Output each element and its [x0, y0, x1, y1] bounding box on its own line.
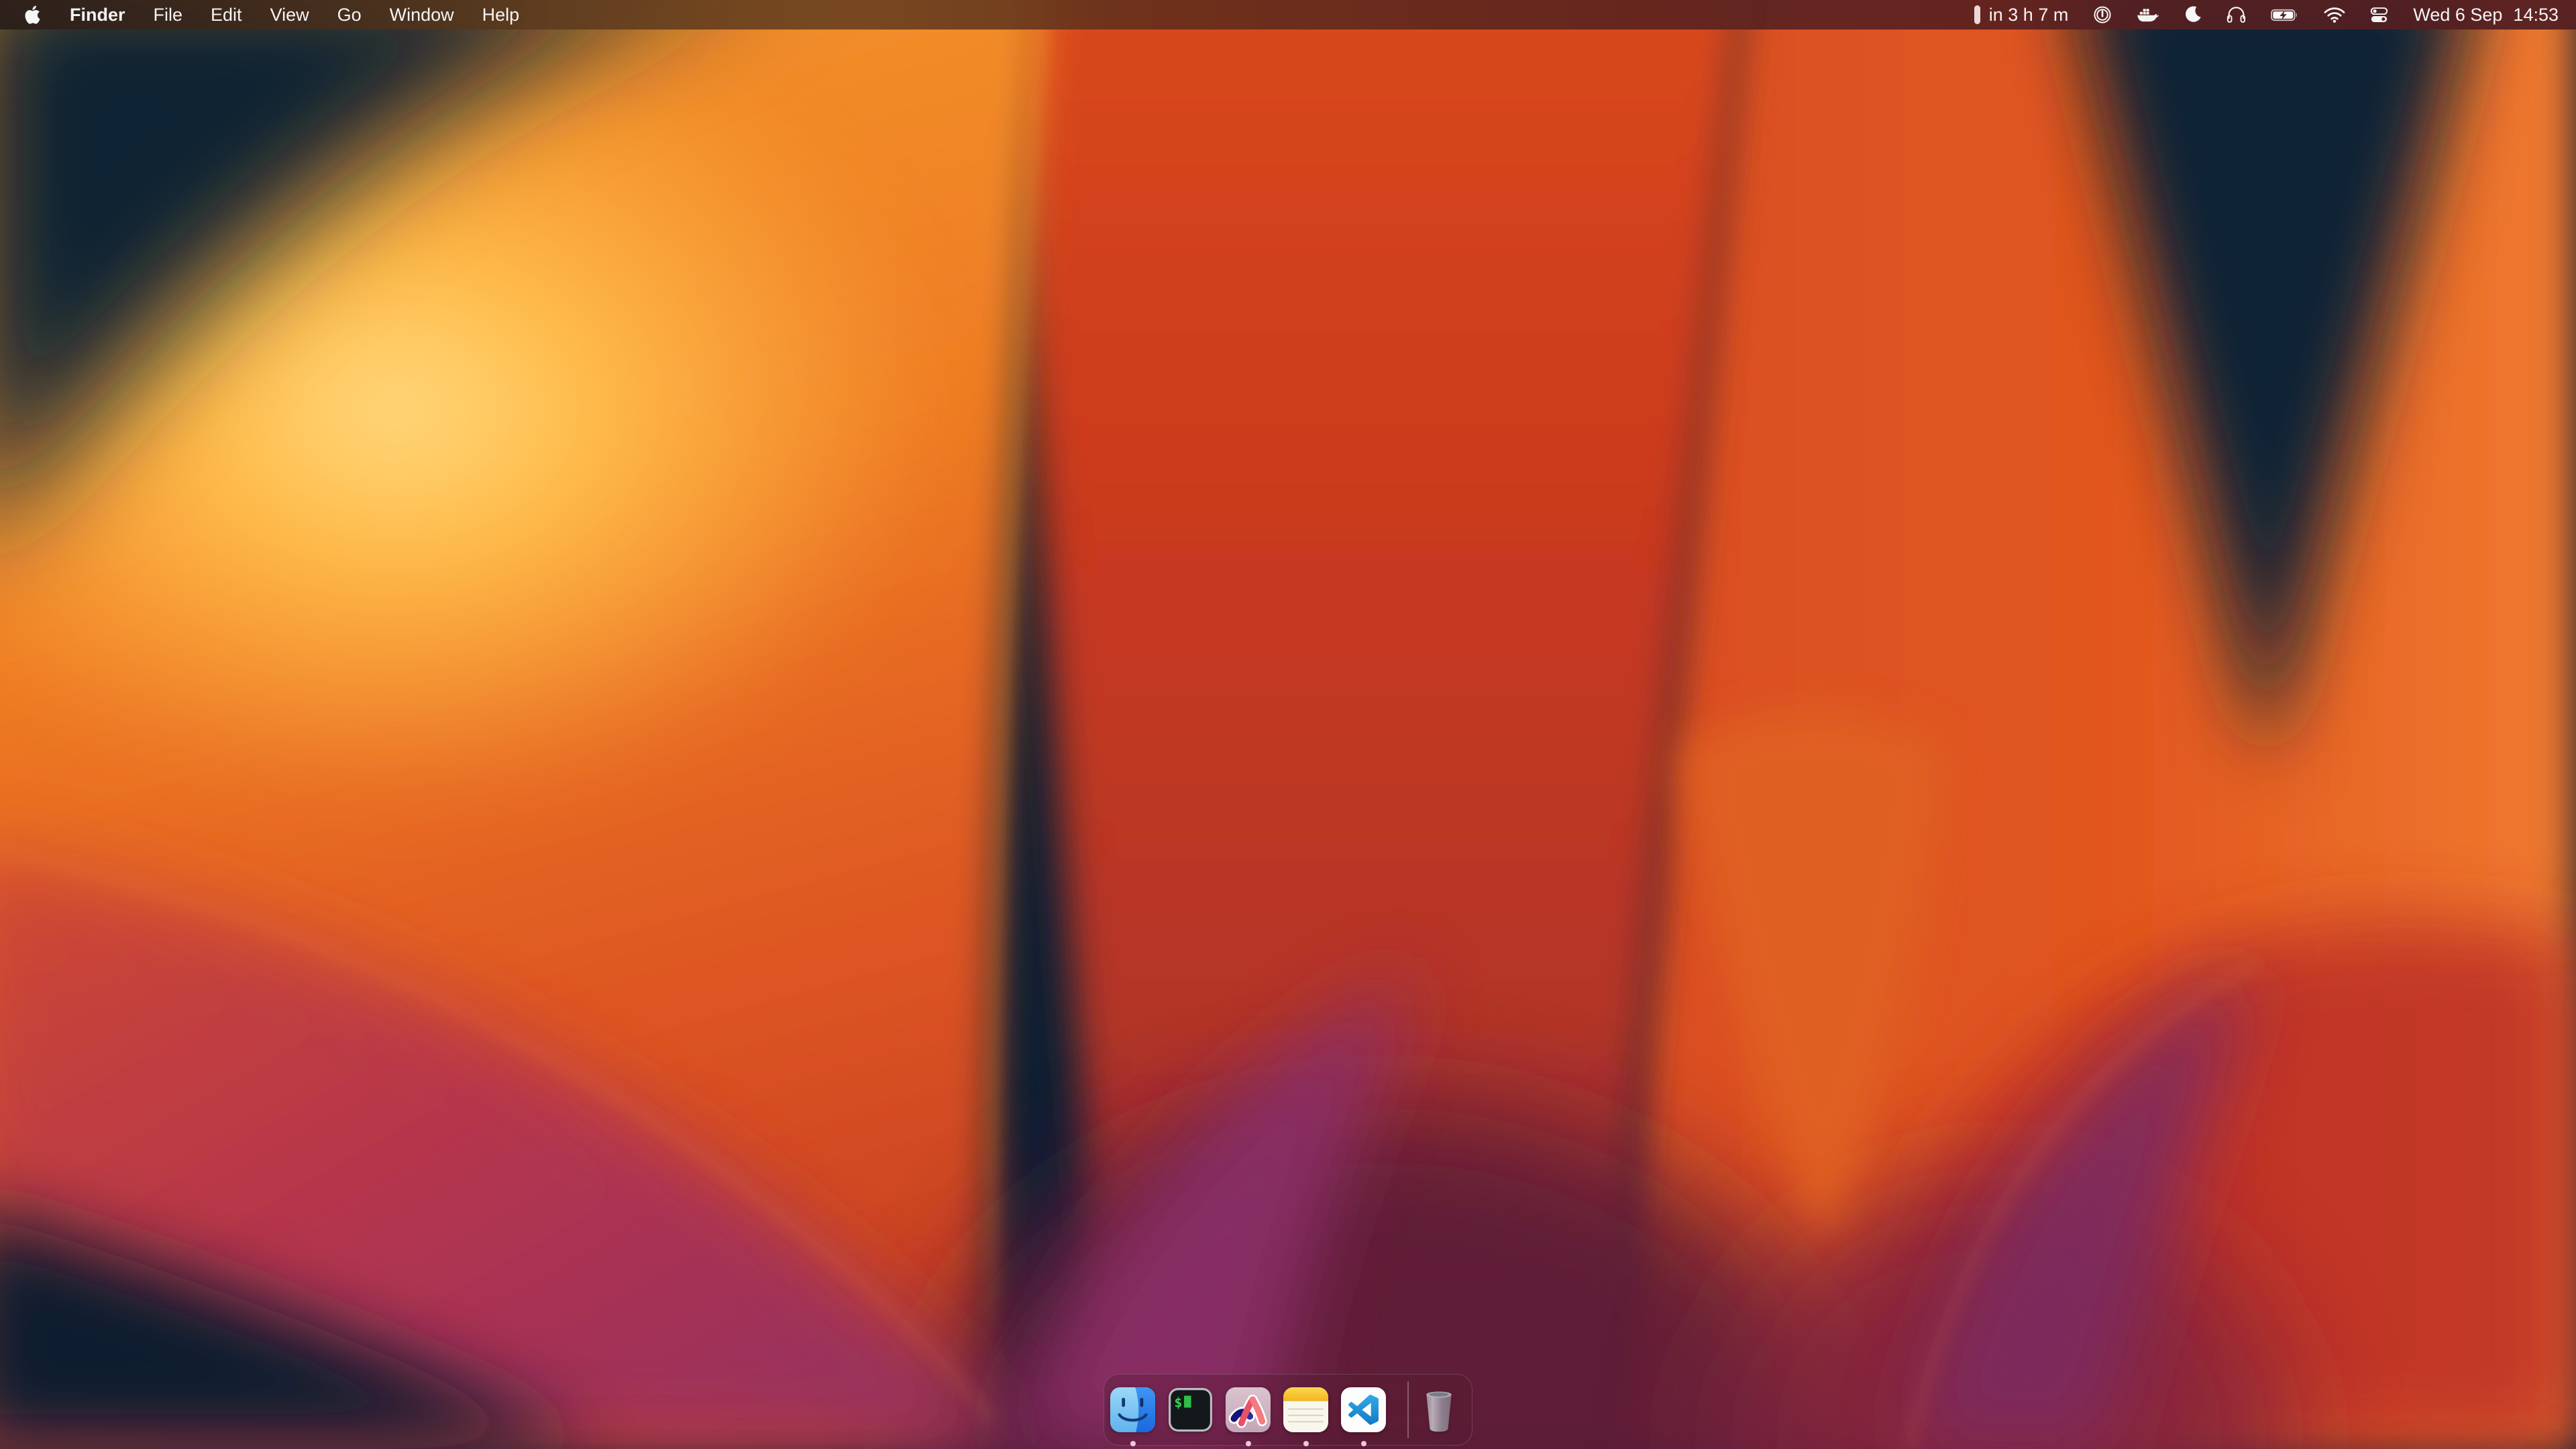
running-indicator	[1130, 1441, 1136, 1446]
dock-arc-browser[interactable]	[1226, 1387, 1271, 1432]
dock-notes[interactable]	[1283, 1387, 1328, 1432]
apple-menu[interactable]	[9, 0, 56, 30]
status-wifi[interactable]	[2324, 0, 2345, 30]
status-battery[interactable]	[2271, 0, 2299, 30]
desktop-wallpaper	[0, 0, 2576, 1449]
apple-logo-icon	[23, 5, 42, 25]
menu-window[interactable]: Window	[376, 0, 468, 30]
menu-bar-left: Finder File Edit View Go Window Help	[0, 0, 533, 30]
svg-text:$: $	[1174, 1395, 1182, 1410]
notes-icon	[1283, 1387, 1328, 1432]
status-focus[interactable]	[2184, 0, 2202, 30]
headphones-icon	[2226, 6, 2246, 23]
moon-focus-icon	[2184, 6, 2202, 23]
finder-icon	[1110, 1387, 1155, 1432]
dock-separator	[1407, 1381, 1409, 1438]
menu-bar: Finder File Edit View Go Window Help in …	[0, 0, 2576, 30]
status-timer[interactable]: in 3 h 7 m	[1974, 0, 2069, 30]
running-indicator	[1361, 1441, 1366, 1446]
wifi-icon	[2324, 7, 2345, 23]
timer-label: in 3 h 7 m	[1989, 5, 2069, 25]
timer-progress-icon	[1974, 5, 1980, 24]
menu-file[interactable]: File	[140, 0, 197, 30]
dock-trash[interactable]	[1419, 1385, 1458, 1436]
menu-app-name[interactable]: Finder	[56, 0, 140, 30]
clock-date: Wed 6 Sep	[2413, 5, 2502, 25]
status-control-center[interactable]	[2370, 0, 2388, 30]
arc-browser-icon	[1226, 1387, 1271, 1432]
menu-view[interactable]: View	[256, 0, 323, 30]
status-docker[interactable]	[2137, 0, 2159, 30]
menu-edit[interactable]: Edit	[197, 0, 256, 30]
menu-go[interactable]: Go	[323, 0, 376, 30]
control-center-icon	[2370, 6, 2388, 24]
status-clock[interactable]: Wed 6 Sep 14:53	[2413, 0, 2559, 30]
dock-vscode[interactable]	[1341, 1387, 1386, 1432]
menu-help[interactable]: Help	[468, 0, 534, 30]
menu-bar-status: in 3 h 7 m	[1974, 0, 2576, 30]
running-indicator	[1246, 1441, 1251, 1446]
docker-whale-icon	[2137, 7, 2159, 23]
status-power-circle[interactable]	[2093, 0, 2112, 30]
status-headphones[interactable]	[2226, 0, 2246, 30]
battery-charging-icon	[2271, 8, 2299, 22]
dock-terminal[interactable]: $	[1168, 1387, 1213, 1432]
running-indicator	[1303, 1441, 1309, 1446]
vscode-icon	[1341, 1387, 1386, 1432]
clock-time: 14:53	[2513, 5, 2559, 25]
trash-icon	[1419, 1385, 1458, 1436]
terminal-icon: $	[1168, 1387, 1213, 1432]
dock-finder[interactable]	[1110, 1387, 1155, 1432]
power-circle-icon	[2093, 5, 2112, 24]
dock: $	[1104, 1374, 1472, 1446]
